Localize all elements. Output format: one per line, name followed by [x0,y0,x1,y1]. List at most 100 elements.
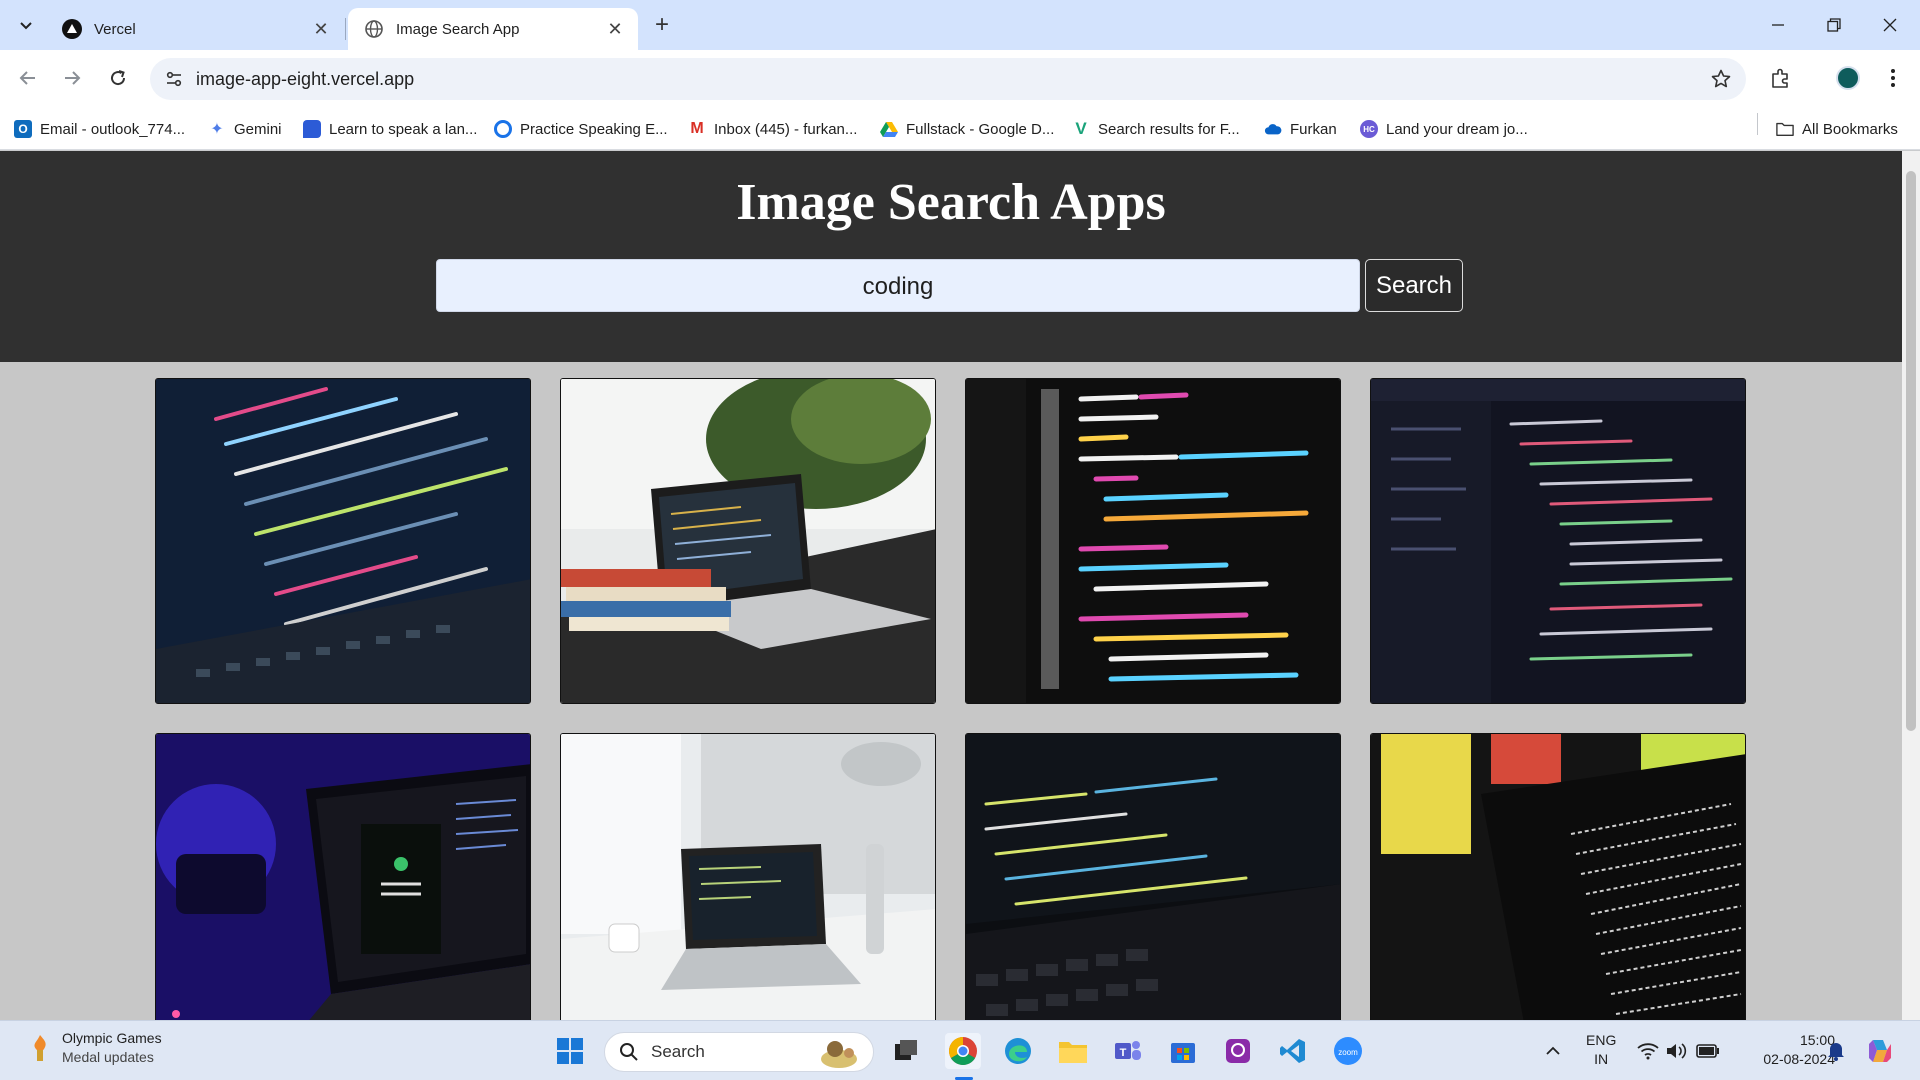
bookmark-label: Learn to speak a lan... [329,120,478,138]
address-bar[interactable]: image-app-eight.vercel.app [150,58,1746,100]
tray-overflow-button[interactable] [1535,1033,1571,1069]
bookmark-label: Furkan [1290,120,1337,138]
search-button[interactable]: Search [1365,259,1463,312]
task-view-button[interactable] [888,1033,924,1069]
extensions-icon[interactable] [1764,61,1798,95]
bookmark-label: Practice Speaking E... [520,120,668,138]
chevron-up-icon [1546,1046,1560,1055]
notifications-button[interactable] [1818,1033,1854,1069]
input-language[interactable]: ENG IN [1586,1031,1616,1069]
all-bookmarks[interactable]: All Bookmarks [1776,118,1898,140]
torch-icon [34,1035,46,1061]
search-input[interactable]: coding [436,259,1360,312]
gemini-icon: ✦ [210,121,224,138]
copilot-button[interactable] [1862,1033,1898,1069]
page-title: Image Search Apps [736,174,1166,231]
bookmark-drive[interactable]: Fullstack - Google D... [880,118,1054,140]
more-menu-icon[interactable] [1876,61,1910,95]
page-scrollbar[interactable] [1902,151,1920,1020]
result-image[interactable] [1370,733,1746,1020]
result-image[interactable] [155,733,531,1020]
taskbar-search[interactable]: Search [604,1032,874,1072]
minimize-button[interactable] [1750,0,1806,50]
store-button[interactable] [1165,1033,1201,1069]
speaker-icon [1667,1043,1687,1059]
restore-button[interactable] [1806,0,1862,50]
app-button[interactable] [1220,1033,1256,1069]
zoom-button[interactable]: zoom [1330,1033,1366,1069]
arrow-left-icon [19,71,35,85]
reload-button[interactable] [99,59,137,97]
header-section: Image Search Apps coding Search [0,151,1902,362]
bookmark-learn[interactable]: Learn to speak a lan... [303,118,477,140]
volume-button[interactable] [1658,1033,1694,1069]
search-icon [620,1043,638,1061]
bookmark-practice[interactable]: Practice Speaking E... [494,118,668,140]
tab-search-button[interactable] [10,9,42,41]
job-icon: HC [1360,120,1378,138]
practice-icon [494,120,512,138]
teams-button[interactable]: T [1110,1033,1146,1069]
bookmark-label: Search results for F... [1098,120,1240,138]
google-drive-icon [880,120,898,138]
profile-avatar[interactable] [1836,66,1860,90]
file-explorer-button[interactable] [1055,1033,1091,1069]
vercel-icon [62,19,82,39]
bookmark-outlook[interactable]: O Email - outlook_774... [14,118,185,140]
tab-title: Image Search App [396,20,520,38]
chrome-icon [949,1037,977,1065]
bookmark-search-results[interactable]: V Search results for F... [1072,118,1240,140]
duolingo-icon [303,120,321,138]
folder-icon [1059,1042,1087,1063]
globe-icon [364,19,384,39]
bookmark-furkan[interactable]: Furkan [1264,118,1337,140]
widgets-button[interactable]: Olympic Games Medal updates [28,1029,162,1067]
tab-title: Vercel [94,20,136,38]
minimize-icon [1772,24,1784,26]
back-button[interactable] [9,59,47,97]
outlook-icon: O [14,120,32,138]
start-button[interactable] [552,1033,588,1069]
bookmark-label: Land your dream jo... [1386,120,1528,138]
result-image[interactable] [1370,378,1746,704]
bookmark-star-icon[interactable] [1708,66,1734,92]
bookmark-land-job[interactable]: HC Land your dream jo... [1360,118,1528,140]
bell-icon [1828,1043,1844,1061]
windows-icon [557,1038,583,1064]
scrollbar-thumb[interactable] [1906,171,1916,731]
folder-icon [1776,120,1794,138]
zoom-icon: zoom [1334,1037,1362,1065]
close-icon[interactable]: ✕ [308,16,334,42]
close-icon[interactable]: ✕ [602,16,628,42]
tab-image-search-app[interactable]: Image Search App ✕ [348,8,638,50]
bookmark-gmail[interactable]: M Inbox (445) - furkan... [688,118,857,140]
chevron-down-icon [20,22,32,30]
cloud-icon [1264,120,1282,138]
app-icon [1226,1039,1250,1063]
url-text[interactable]: image-app-eight.vercel.app [196,69,414,90]
language-code: ENG [1586,1032,1617,1048]
result-image[interactable] [155,378,531,704]
result-image[interactable] [965,378,1341,704]
result-image[interactable] [965,733,1341,1020]
site-settings-icon[interactable] [160,65,188,93]
forward-button[interactable] [53,59,91,97]
chrome-taskbar-button[interactable] [945,1033,981,1069]
battery-button[interactable] [1690,1033,1726,1069]
bookmark-gemini[interactable]: ✦ Gemini [208,118,281,140]
new-tab-button[interactable]: + [648,11,676,39]
vscode-icon [1280,1039,1305,1063]
edge-taskbar-button[interactable] [1000,1033,1036,1069]
store-icon [1171,1043,1195,1063]
tab-strip: Vercel ✕ Image Search App ✕ + [0,0,1920,50]
page-viewport: Image Search Apps coding Search [0,151,1902,1020]
svg-text:T: T [1120,1047,1127,1059]
bookmark-label: Email - outlook_774... [40,120,186,138]
close-window-button[interactable] [1862,0,1918,50]
vscode-button[interactable] [1275,1033,1311,1069]
result-image[interactable] [560,378,936,704]
tab-vercel[interactable]: Vercel ✕ [46,8,344,50]
copilot-icon [1869,1040,1891,1062]
battery-icon [1696,1044,1719,1058]
result-image[interactable] [560,733,936,1020]
